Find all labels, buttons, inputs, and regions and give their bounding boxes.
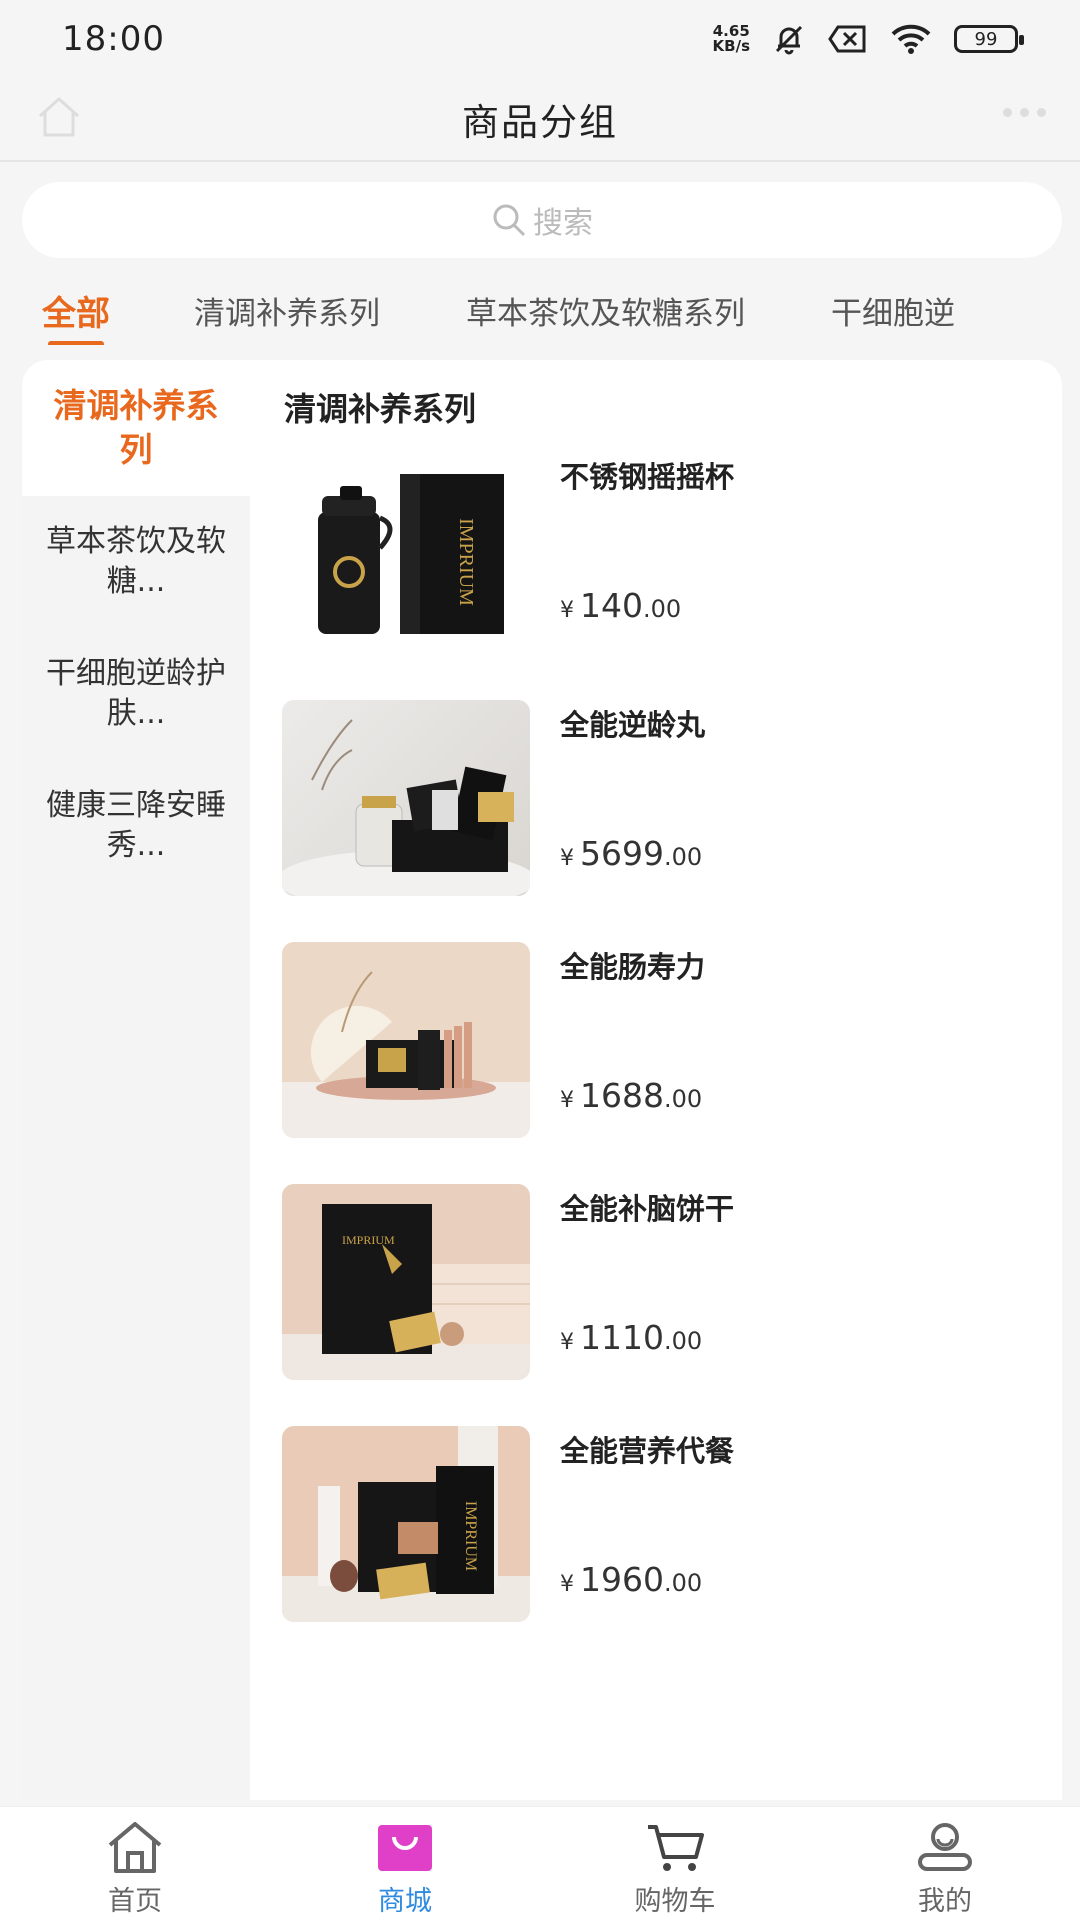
product-item[interactable]: IMPRIUM 全能营养代餐 ¥ 1960 .00: [282, 1426, 1042, 1622]
tabbar-cart[interactable]: 购物车: [540, 1807, 810, 1920]
tab-all[interactable]: 全部: [42, 286, 110, 345]
tabbar-label: 购物车: [634, 1886, 716, 1917]
status-time: 18:00: [62, 19, 165, 59]
mute-bell-icon: [775, 25, 803, 55]
profile-icon: [918, 1823, 972, 1871]
tabbar-profile[interactable]: 我的: [810, 1807, 1080, 1920]
product-name[interactable]: 全能肠寿力: [560, 944, 705, 986]
gut-health-product-image[interactable]: [282, 942, 530, 1138]
search-icon: [493, 204, 526, 237]
product-price: ¥ 5699 .00: [560, 834, 703, 873]
more-icon[interactable]: [1003, 108, 1046, 117]
product-item[interactable]: 全能逆龄丸 ¥ 5699 .00: [282, 700, 1042, 896]
bottom-tabbar: 首页 商城 购物车 我的: [0, 1806, 1080, 1920]
shaker-cup-product-image[interactable]: IMPRIUM: [282, 452, 530, 648]
sidebar-item-qingtiao[interactable]: 清调补养系列: [22, 360, 250, 496]
status-bar: 18:00 4.65 KB/s 99: [0, 0, 1080, 78]
tab-qingtiao[interactable]: 清调补养系列: [194, 288, 380, 333]
sidebar-item-health[interactable]: 健康三降安睡秀...: [22, 760, 250, 892]
shopping-bag-icon: [378, 1825, 432, 1871]
page-title: 商品分组: [462, 101, 618, 144]
product-name[interactable]: 不锈钢摇摇杯: [560, 454, 734, 496]
battery-indicator: 99: [954, 25, 1024, 53]
product-name[interactable]: 全能补脑饼干: [560, 1186, 734, 1228]
tabbar-mall[interactable]: 商城: [270, 1807, 540, 1920]
navbar: 商品分组: [0, 78, 1080, 162]
product-item[interactable]: 全能肠寿力 ¥ 1688 .00: [282, 942, 1042, 1138]
status-icons: 4.65 KB/s 99: [712, 22, 1024, 56]
product-price: ¥ 1688 .00: [560, 1076, 703, 1115]
home-icon: [108, 1822, 162, 1873]
content-panel: 清调补养系列 草本茶饮及软糖... 干细胞逆龄护肤... 健康三降安睡秀... …: [22, 360, 1062, 1800]
svg-text:IMPRIUM: IMPRIUM: [342, 1233, 395, 1247]
category-tabs: 全部 清调补养系列 草本茶饮及软糖系列 干细胞逆: [0, 275, 1080, 345]
svg-text:IMPRIUM: IMPRIUM: [455, 518, 477, 606]
tabbar-label: 首页: [108, 1886, 162, 1917]
home-icon[interactable]: [34, 92, 84, 142]
tabbar-home[interactable]: 首页: [0, 1807, 270, 1920]
net-speed: 4.65 KB/s: [712, 22, 750, 55]
product-name[interactable]: 全能营养代餐: [560, 1428, 734, 1470]
product-price: ¥ 140 .00: [560, 586, 682, 625]
anti-aging-pill-product-image[interactable]: [282, 700, 530, 896]
product-item[interactable]: IMPRIUM 全能补脑饼干 ¥ 1110 .00: [282, 1184, 1042, 1380]
product-name[interactable]: 全能逆龄丸: [560, 702, 705, 744]
search-placeholder: 搜索: [533, 206, 593, 241]
meal-replacement-product-image[interactable]: IMPRIUM: [282, 1426, 530, 1622]
product-price: ¥ 1110 .00: [560, 1318, 703, 1357]
sidebar-item-stem-cell[interactable]: 干细胞逆龄护肤...: [22, 628, 250, 760]
tab-stem-cell[interactable]: 干细胞逆: [831, 288, 955, 333]
group-title: 清调补养系列: [284, 390, 477, 428]
svg-text:IMPRIUM: IMPRIUM: [462, 1501, 479, 1571]
category-sidebar: 清调补养系列 草本茶饮及软糖... 干细胞逆龄护肤... 健康三降安睡秀...: [22, 360, 250, 1800]
tabbar-label: 商城: [378, 1886, 432, 1917]
product-price: ¥ 1960 .00: [560, 1560, 703, 1599]
sidebar-item-herbal-tea[interactable]: 草本茶饮及软糖...: [22, 496, 250, 628]
wifi-icon: [891, 24, 931, 54]
tabbar-label: 我的: [918, 1886, 972, 1917]
product-item[interactable]: IMPRIUM 不锈钢摇摇杯 ¥ 140 .00: [282, 452, 1042, 648]
brain-cookie-product-image[interactable]: IMPRIUM: [282, 1184, 530, 1380]
tab-herbal-tea[interactable]: 草本茶饮及软糖系列: [466, 288, 745, 333]
sim-off-icon: [828, 25, 866, 53]
cart-icon: [648, 1825, 704, 1871]
search-input[interactable]: 搜索: [22, 182, 1062, 258]
